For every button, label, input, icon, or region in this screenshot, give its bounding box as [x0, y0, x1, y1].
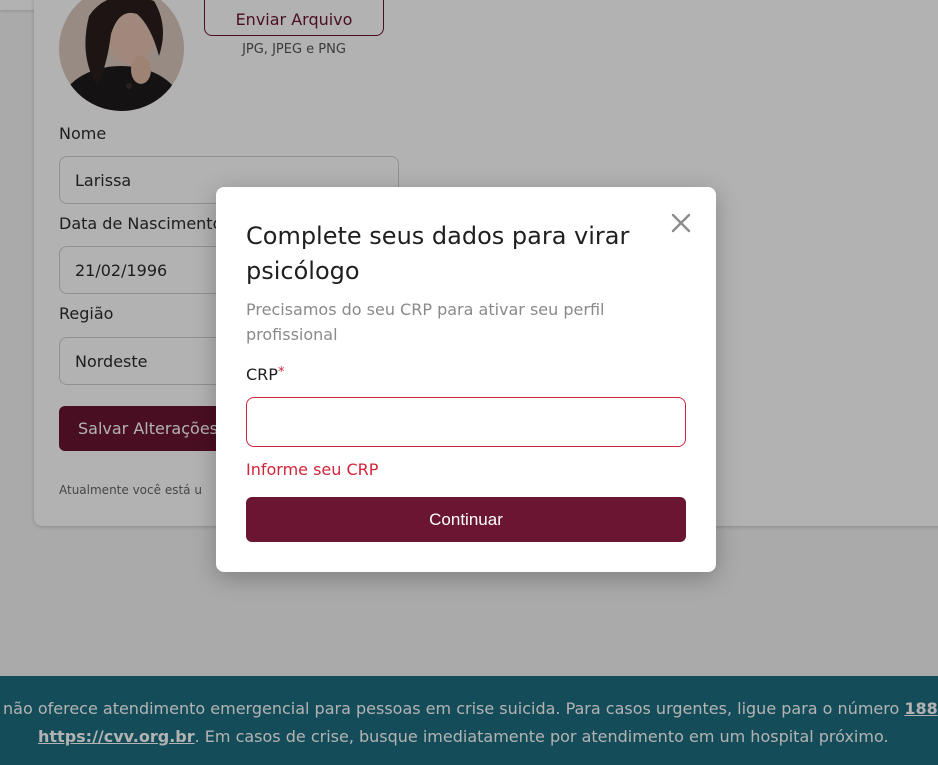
crp-modal: Complete seus dados para virar psicólogo…	[216, 187, 716, 572]
close-icon[interactable]	[666, 208, 696, 238]
crp-input[interactable]	[246, 397, 686, 447]
required-marker: *	[277, 365, 285, 380]
crp-error-message: Informe seu CRP	[246, 460, 379, 479]
crp-label-text: CRP	[246, 365, 278, 384]
crp-label: CRP*	[246, 365, 284, 384]
modal-subtitle: Precisamos do seu CRP para ativar seu pe…	[246, 300, 605, 344]
modal-title: Complete seus dados para virar psicólogo	[246, 222, 630, 285]
continue-button[interactable]: Continuar	[246, 497, 686, 542]
